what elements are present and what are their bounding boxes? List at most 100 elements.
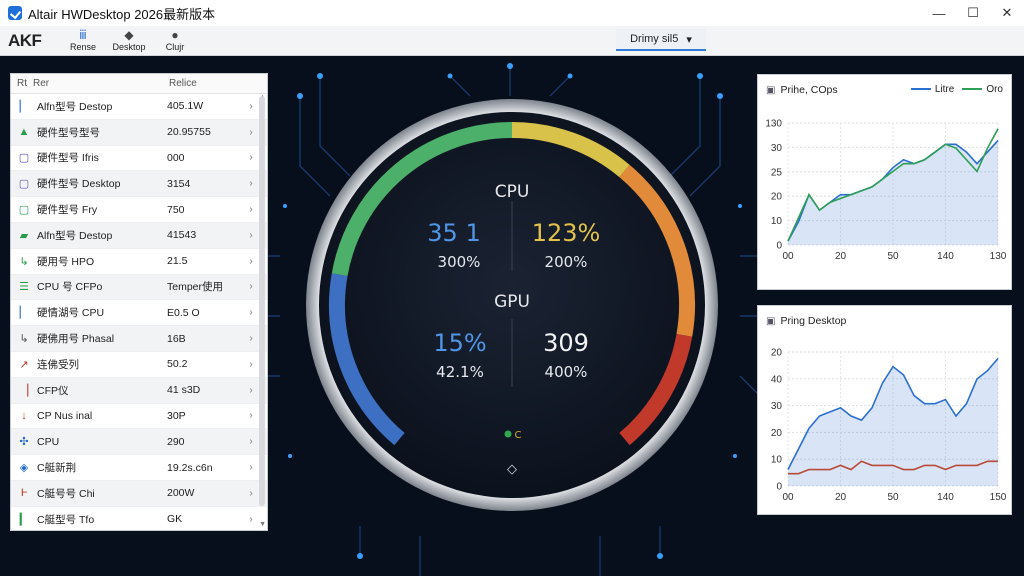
y-tick-label: 20 <box>771 428 783 439</box>
list-item[interactable]: ↓ CP Nus inal 30P › <box>11 404 267 430</box>
chart-card-2: ▣ Pring Desktop 0 10 20 30 40 20 00 20 50 140 150 <box>757 305 1012 515</box>
gpu-right-value: 309 <box>543 329 589 357</box>
list-item[interactable]: ↳ 硬用号 HPO 21.5 › <box>11 249 267 275</box>
sensor-value: 21.5 <box>167 255 188 268</box>
sensor-name: 硬件型号 Desktop <box>37 178 121 191</box>
sensor-value: 41 s3D <box>167 384 201 397</box>
view-dropdown[interactable]: Drimy sil5 ▾ <box>616 29 706 51</box>
chevron-right-icon[interactable]: › <box>243 101 259 112</box>
sensor-value: Temper使用 <box>167 281 224 294</box>
sensor-name: 硬用号 HPO <box>37 255 95 268</box>
gpu-right-percent: 400% <box>545 363 588 381</box>
chevron-right-icon[interactable]: › <box>243 385 259 396</box>
list-item[interactable]: ▕ CFP仪 41 s3D › <box>11 377 267 404</box>
sensor-name: CFP仪 <box>37 384 69 397</box>
sensor-value: 200W <box>167 487 195 500</box>
y-tick-label: 40 <box>771 374 783 385</box>
chevron-right-icon[interactable]: › <box>243 152 259 163</box>
sensor-name: CP Nus inal <box>37 409 93 422</box>
sensor-icon: ▢ <box>18 152 30 165</box>
chevron-right-icon[interactable]: › <box>243 256 259 267</box>
sensor-list-panel: Rt Rer Relice ▏ Alfn型号 Destop 405.1W › ▲ 硬件型号… <box>10 73 268 531</box>
cpu-label: CPU <box>495 182 530 202</box>
chart1-plot: 0 10 20 25 30 130 00 20 50 140 130 <box>765 119 1006 263</box>
sensor-icon: ◈ <box>19 462 29 475</box>
column-header-value[interactable]: Relice <box>169 78 249 89</box>
sensor-value: 20.95755 <box>167 126 211 139</box>
y-tick-label: 20 <box>771 348 783 359</box>
x-tick-label: 50 <box>887 251 899 262</box>
list-item[interactable]: ☰ CPU 号 CFPo Temper使用 › <box>11 274 267 301</box>
chevron-down-icon: ▾ <box>686 33 692 46</box>
x-tick-label: 00 <box>782 251 794 262</box>
sensor-icon: ↗ <box>19 358 29 371</box>
sensor-icon: ▎ <box>19 513 29 526</box>
clujr-button[interactable]: ● Clujr <box>152 29 198 53</box>
list-item[interactable]: Ⱶ C艇号号 Chi 200W › <box>11 480 267 507</box>
x-tick-label: 20 <box>835 492 847 503</box>
chevron-right-icon[interactable]: › <box>243 178 259 189</box>
sensor-value: GK <box>167 513 183 526</box>
list-header: Rt Rer Relice <box>11 74 267 94</box>
list-item[interactable]: ▢ 硬件型号 Desktop 3154 › <box>11 171 267 198</box>
gpu-label: GPU <box>494 292 530 312</box>
x-tick-label: 00 <box>782 492 794 503</box>
list-item[interactable]: ◈ C艇新荆 19.2s.c6n › <box>11 455 267 481</box>
list-item[interactable]: ✣ CPU 290 › <box>11 429 267 456</box>
sensor-icon: ↳ <box>19 333 29 346</box>
close-button[interactable]: ✕ <box>990 0 1024 26</box>
sensor-name: 连佛受列 <box>37 358 79 371</box>
window-controls: — ☐ ✕ <box>922 0 1024 26</box>
chevron-right-icon[interactable]: › <box>243 204 259 215</box>
y-tick-label: 0 <box>776 241 782 252</box>
sensor-value: 50.2 <box>167 358 188 371</box>
chevron-right-icon[interactable]: › <box>243 333 259 344</box>
desktop-button[interactable]: ◆ Desktop <box>106 29 152 53</box>
y-tick-label: 130 <box>765 119 782 130</box>
chevron-right-icon[interactable]: › <box>243 462 259 473</box>
sensor-name: 硬件型号 Fry <box>37 204 98 217</box>
sensor-value: E0.5 O <box>167 306 200 319</box>
chevron-right-icon[interactable]: › <box>243 359 259 370</box>
chevron-right-icon[interactable]: › <box>243 307 259 318</box>
list-item[interactable]: ↗ 连佛受列 50.2 › <box>11 352 267 378</box>
list-item[interactable]: ▏ Alfn型号 Destop 405.1W › <box>11 94 267 120</box>
scroll-down-icon[interactable]: ▼ <box>259 521 266 528</box>
chevron-right-icon[interactable]: › <box>243 281 259 292</box>
list-item[interactable]: ▢ 硬件型号 Fry 750 › <box>11 197 267 223</box>
sensor-icon: ▢ <box>18 204 30 217</box>
list-item[interactable]: ▢ 硬件型号 Ifris 000 › <box>11 146 267 172</box>
rense-button[interactable]: ⅲ Rense <box>60 29 106 53</box>
list-item[interactable]: ▰ Alfn型号 Destop 41543 › <box>11 222 267 249</box>
diamond-nav-icon[interactable]: ◇ <box>507 462 517 477</box>
chevron-right-icon[interactable]: › <box>243 410 259 421</box>
sensor-value: 41543 <box>167 229 197 242</box>
chevron-right-icon[interactable]: › <box>243 230 259 241</box>
list-item[interactable]: ▏ 硬情湖号 CPU E0.5 O › <box>11 300 267 327</box>
sensor-name: 硬情湖号 CPU <box>37 307 105 320</box>
list-item[interactable]: ▲ 硬件型号型号 20.95755 › <box>11 119 267 146</box>
cpu-gpu-gauge: CPU 35 1 300% 123% 200% GPU 15% 42.1% 30… <box>304 97 720 513</box>
sensor-icon: ▏ <box>19 100 29 113</box>
sensor-icon: ☰ <box>19 281 29 294</box>
sensor-value: 750 <box>167 203 185 216</box>
maximize-button[interactable]: ☐ <box>956 0 990 26</box>
list-item[interactable]: ↳ 硬佛用号 Phasal 16B › <box>11 326 267 352</box>
column-header-name[interactable]: Rer <box>33 78 169 89</box>
chart2-plot: 0 10 20 30 40 20 00 20 50 140 150 <box>771 348 1007 504</box>
list-scrollbar[interactable] <box>259 96 265 506</box>
sensor-name: CPU 号 CFPo <box>37 281 103 294</box>
chevron-right-icon[interactable]: › <box>243 514 259 525</box>
y-tick-label: 20 <box>771 192 783 203</box>
chart-card-1: ▣ Prihe, COps Litre Oro 0 10 20 25 30 130 00 20… <box>757 74 1012 290</box>
column-header-icon[interactable]: Rt <box>11 78 33 89</box>
chevron-right-icon[interactable]: › <box>243 488 259 499</box>
chevron-right-icon[interactable]: › <box>243 436 259 447</box>
chevron-right-icon[interactable]: › <box>243 127 259 138</box>
sensor-icon: ↳ <box>19 255 29 268</box>
minimize-button[interactable]: — <box>922 0 956 26</box>
sensor-icon: ▰ <box>19 229 29 242</box>
list-item[interactable]: ▎ C艇型号 Tfo GK › <box>11 507 267 530</box>
cpu-right-value: 123% <box>532 219 601 247</box>
cpu-left-value: 35 1 <box>427 219 480 247</box>
